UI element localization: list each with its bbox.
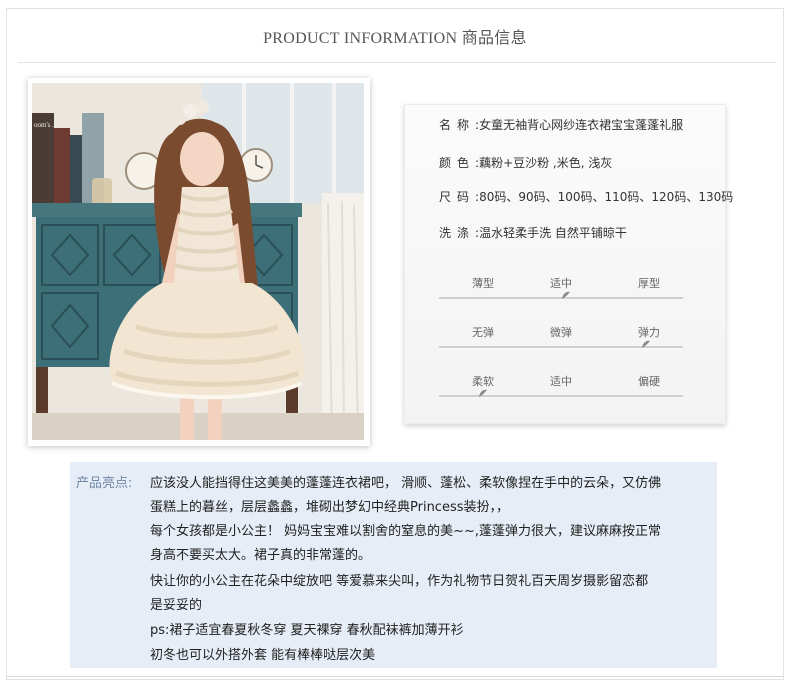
scale-label-low: 薄型 <box>472 277 494 290</box>
product-highlights: 产品亮点: 应该没人能挡得住这美美的蓬蓬连衣裙吧， 滑顺、蓬松、柔软像捏在手中的… <box>70 462 717 668</box>
scale-marker-icon <box>478 389 487 397</box>
scale-labels: 柔软 适中 偏硬 <box>439 373 689 388</box>
softness-scale: 柔软 适中 偏硬 <box>439 373 689 413</box>
spec-key: 洗涤 <box>439 226 476 240</box>
scale-marker-icon <box>642 340 651 348</box>
highlight-line: 身高不要买太大。裙子真的非常蓬的。 <box>150 548 372 563</box>
spec-key: 名称 <box>439 118 476 132</box>
product-spec-card: 名称:女童无袖背心网纱连衣裙宝宝蓬蓬礼服 颜色:藕粉+豆沙粉 ,米色, 浅灰 尺… <box>404 104 733 424</box>
book-title: oom's ... <box>34 121 58 129</box>
scale-label-low: 无弹 <box>472 326 494 339</box>
scale-label-mid: 微弹 <box>550 326 572 339</box>
highlight-line: 初冬也可以外搭外套 能有棒棒哒层次美 <box>150 648 376 663</box>
scale-label-high: 偏硬 <box>638 375 660 388</box>
highlight-line: 是妥妥的 <box>150 598 203 613</box>
highlight-line: 应该没人能挡得住这美美的蓬蓬连衣裙吧， 滑顺、蓬松、柔软像捏在手中的云朵，又仿佛 <box>150 476 662 491</box>
spec-value: 藕粉+豆沙粉 ,米色, 浅灰 <box>479 156 613 170</box>
highlights-label: 产品亮点: <box>76 476 133 491</box>
scale-track <box>439 395 683 398</box>
spec-value: 80码、90码、100码、110码、120码、130码 <box>479 190 734 204</box>
scale-marker-icon <box>561 291 570 299</box>
scale-label-mid: 适中 <box>550 277 572 290</box>
scale-labels: 无弹 微弹 弹力 <box>439 324 689 339</box>
spec-row-name: 名称:女童无袖背心网纱连衣裙宝宝蓬蓬礼服 <box>439 116 683 133</box>
spec-row-size: 尺码:80码、90码、100码、110码、120码、130码 <box>439 188 733 205</box>
spec-value: 温水轻柔手洗 自然平铺晾干 <box>479 226 627 240</box>
bottom-divider <box>6 676 784 677</box>
elasticity-scale: 无弹 微弹 弹力 <box>439 324 689 364</box>
spec-value: 女童无袖背心网纱连衣裙宝宝蓬蓬礼服 <box>479 118 684 132</box>
highlight-line: 快让你的小公主在花朵中绽放吧 等爱慕来尖叫，作为礼物节日贺礼百天周岁摄影留恋都 <box>150 574 649 589</box>
scale-label-high: 厚型 <box>638 277 660 290</box>
spec-key: 颜色 <box>439 156 476 170</box>
product-photo-illustration: oom's ... <box>32 83 364 440</box>
product-photo[interactable]: oom's ... <box>32 83 364 440</box>
scale-labels: 薄型 适中 厚型 <box>439 275 689 290</box>
spec-key: 尺码 <box>439 190 476 204</box>
spec-row-wash: 洗涤:温水轻柔手洗 自然平铺晾干 <box>439 224 627 241</box>
scale-label-low: 柔软 <box>472 375 494 388</box>
scale-label-high: 弹力 <box>638 326 660 339</box>
spec-row-color: 颜色:藕粉+豆沙粉 ,米色, 浅灰 <box>439 154 612 171</box>
highlight-line: ps:裙子适宜春夏秋冬穿 夏天裸穿 春秋配袜裤加薄开衫 <box>150 623 464 638</box>
highlight-line: 蛋糕上的暮丝，层层蠡蠡，堆砌出梦幻中经典Princess装扮，， <box>150 500 509 515</box>
thickness-scale: 薄型 适中 厚型 <box>439 275 689 315</box>
title-divider <box>18 62 776 63</box>
section-title: PRODUCT INFORMATION 商品信息 <box>263 30 527 47</box>
product-photo-card: oom's ... <box>28 78 370 446</box>
scale-label-mid: 适中 <box>550 375 572 388</box>
highlight-line: 每个女孩都是小公主！ 妈妈宝宝难以割舍的窒息的美~~,蓬蓬弹力很大，建议麻麻按正… <box>150 524 662 539</box>
